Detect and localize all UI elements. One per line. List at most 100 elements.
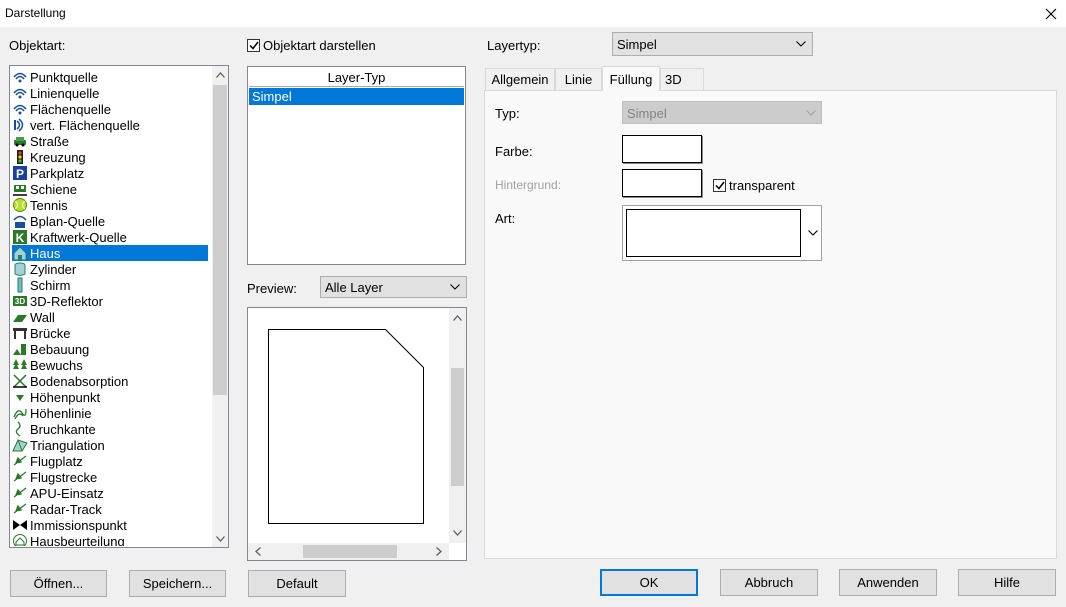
- ok-button[interactable]: OK: [600, 569, 698, 596]
- tennis-ball-icon: [12, 197, 28, 213]
- objektart-item[interactable]: Schiene: [12, 181, 208, 197]
- airplane-icon: [12, 485, 28, 501]
- objektart-item[interactable]: Bplan-Quelle: [12, 213, 208, 229]
- layer-typ-item-simpel[interactable]: Simpel: [249, 88, 464, 105]
- preview-select[interactable]: Alle Layer: [320, 276, 467, 298]
- objektart-item[interactable]: Straße: [12, 133, 208, 149]
- objektart-item[interactable]: Bebauung: [12, 341, 208, 357]
- objektart-item[interactable]: Höhenlinie: [12, 405, 208, 421]
- objektart-item-label: Flächenquelle: [30, 101, 111, 117]
- default-button-label: Default: [276, 576, 318, 591]
- objektart-item[interactable]: P Parkplatz: [12, 165, 208, 181]
- scroll-down-button[interactable]: [212, 530, 228, 547]
- apply-button[interactable]: Anwenden: [839, 569, 937, 596]
- break-line-icon: [12, 421, 28, 437]
- objektart-item[interactable]: Höhenpunkt: [12, 389, 208, 405]
- hintergrund-color-button[interactable]: [622, 169, 702, 197]
- transparent-checkbox[interactable]: transparent: [713, 178, 795, 193]
- objektart-item[interactable]: Flächenquelle: [12, 101, 208, 117]
- objektart-item-label: Radar-Track: [30, 501, 102, 517]
- traffic-light-icon: [12, 149, 28, 165]
- objektart-item-label: Parkplatz: [30, 165, 85, 181]
- scroll-up-button[interactable]: [212, 66, 228, 83]
- tab-linie[interactable]: Linie: [555, 68, 602, 90]
- objektart-item-label: Höhenlinie: [30, 405, 92, 421]
- tab-label: Linie: [564, 72, 593, 87]
- help-button-label: Hilfe: [993, 575, 1020, 590]
- objektart-item[interactable]: K Kraftwerk-Quelle: [12, 229, 208, 245]
- house-assessment-icon: [12, 533, 28, 546]
- scroll-up-button[interactable]: [449, 310, 466, 326]
- scroll-left-button[interactable]: [250, 543, 266, 560]
- preview-vertical-scrollbar[interactable]: [449, 308, 466, 543]
- tab-fuellung[interactable]: Füllung: [602, 66, 660, 91]
- objektart-item[interactable]: Hausbeurteilung: [12, 533, 208, 546]
- objektart-item[interactable]: 3D 3D-Reflektor: [12, 293, 208, 309]
- art-pattern-preview: [626, 209, 801, 257]
- objektart-item[interactable]: Flugstrecke: [12, 469, 208, 485]
- window-title: Darstellung: [5, 6, 66, 20]
- cylinder-icon: [12, 261, 28, 277]
- objektart-item[interactable]: Immissionspunkt: [12, 517, 208, 533]
- preview-vscroll-thumb[interactable]: [451, 368, 464, 486]
- objektart-scroll-thumb[interactable]: [213, 85, 227, 395]
- checkbox-box[interactable]: [247, 39, 260, 52]
- default-button[interactable]: Default: [248, 570, 346, 597]
- preview-horizontal-scrollbar[interactable]: [248, 543, 449, 560]
- objektart-darstellen-label: Objektart darstellen: [263, 38, 376, 53]
- scroll-right-button[interactable]: [431, 543, 447, 560]
- objektart-item-label: Linienquelle: [30, 85, 100, 101]
- layer-typ-header[interactable]: Layer-Typ: [249, 68, 464, 87]
- objektart-item-label: Flugplatz: [30, 453, 83, 469]
- checkbox-box[interactable]: [713, 179, 726, 192]
- objektart-item[interactable]: Triangulation: [12, 437, 208, 453]
- objektart-item[interactable]: Tennis: [12, 197, 208, 213]
- help-button[interactable]: Hilfe: [958, 569, 1056, 596]
- cancel-button[interactable]: Abbruch: [720, 569, 818, 596]
- chevron-down-icon: [448, 277, 462, 297]
- tab-label: Füllung: [609, 71, 653, 87]
- objektart-item-label: Schirm: [30, 277, 71, 293]
- objektart-scrollbar[interactable]: [212, 66, 228, 547]
- ok-button-label: OK: [639, 575, 659, 590]
- objektart-item[interactable]: Wall: [12, 309, 208, 325]
- tab-3d[interactable]: 3D: [660, 68, 704, 90]
- layertyp-select[interactable]: Simpel: [612, 32, 813, 56]
- objektart-item[interactable]: Linienquelle: [12, 85, 208, 101]
- triangulation-icon: [12, 437, 28, 453]
- layer-typ-list[interactable]: Layer-Typ Simpel: [247, 66, 466, 265]
- objektart-item[interactable]: Brücke: [12, 325, 208, 341]
- tab-allgemein[interactable]: Allgemein: [485, 68, 555, 90]
- farbe-label: Farbe:: [495, 144, 533, 159]
- height-point-icon: [12, 389, 28, 405]
- objektart-item[interactable]: Schirm: [12, 277, 208, 293]
- objektart-item[interactable]: Punktquelle: [12, 69, 208, 85]
- scroll-down-button[interactable]: [449, 525, 466, 541]
- objektart-item[interactable]: Bruchkante: [12, 421, 208, 437]
- chevron-down-icon: [794, 33, 808, 55]
- close-icon: [1045, 8, 1057, 19]
- objektart-darstellen-checkbox[interactable]: Objektart darstellen: [247, 38, 376, 53]
- objektart-item[interactable]: Bewuchs: [12, 357, 208, 373]
- close-button[interactable]: [1036, 0, 1066, 27]
- objektart-item[interactable]: Kreuzung: [12, 149, 208, 165]
- objektart-item[interactable]: Flugplatz: [12, 453, 208, 469]
- objektart-item[interactable]: Haus: [12, 245, 208, 261]
- objektart-item[interactable]: Radar-Track: [12, 501, 208, 517]
- art-select[interactable]: [622, 205, 822, 261]
- farbe-color-button[interactable]: [622, 135, 702, 163]
- objektart-item[interactable]: vert. Flächenquelle: [12, 117, 208, 133]
- objektart-item-label: APU-Einsatz: [30, 485, 104, 501]
- objektart-item[interactable]: Zylinder: [12, 261, 208, 277]
- objektart-item[interactable]: APU-Einsatz: [12, 485, 208, 501]
- tab-label: 3D: [665, 72, 682, 87]
- preview-hscroll-thumb[interactable]: [303, 545, 397, 558]
- open-button[interactable]: Öffnen...: [10, 570, 107, 597]
- chevron-up-icon: [453, 315, 462, 321]
- save-button[interactable]: Speichern...: [129, 570, 226, 597]
- objektart-item-label: Hausbeurteilung: [30, 533, 125, 547]
- objektart-item[interactable]: Bodenabsorption: [12, 373, 208, 389]
- screen-icon: [12, 277, 28, 293]
- layertyp-label: Layertyp:: [487, 38, 541, 53]
- objektart-list[interactable]: Punktquelle Linienquelle Flächenquelle vert…: [9, 65, 229, 548]
